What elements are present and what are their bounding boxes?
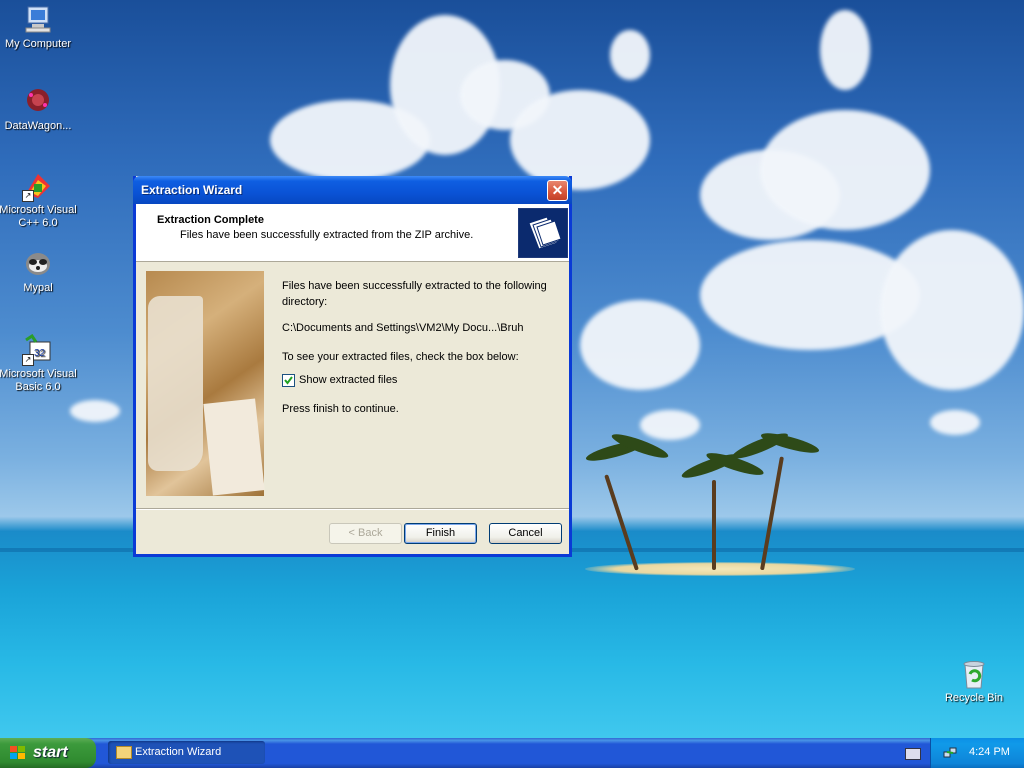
computer-icon: [22, 4, 54, 36]
keyboard-icon[interactable]: [905, 748, 921, 760]
cancel-button[interactable]: Cancel: [489, 523, 562, 544]
back-button[interactable]: < Back: [329, 523, 402, 544]
header-title: Extraction Complete: [157, 214, 264, 226]
desktop-icon-label: DataWagon...: [4, 120, 72, 132]
desktop-icon-label: My Computer: [4, 38, 72, 50]
start-button[interactable]: start: [0, 738, 96, 768]
datawagon-icon: [22, 86, 54, 118]
folders-icon: [518, 208, 568, 258]
shortcut-arrow-icon: ↗: [22, 354, 34, 366]
desktop-icon-my-computer[interactable]: My Computer: [0, 4, 78, 51]
dialog-title: Extraction Wizard: [141, 183, 243, 197]
svg-text:32: 32: [34, 348, 46, 359]
desktop-icon-label: Microsoft Visual C++ 6.0: [0, 204, 77, 229]
visual-cpp-icon: ↗: [22, 170, 54, 202]
visual-basic-icon: 32 ↗: [22, 333, 54, 366]
clock[interactable]: 4:24 PM: [969, 746, 1010, 758]
header-subtitle: Files have been successfully extracted f…: [180, 229, 474, 241]
finish-button[interactable]: Finish: [404, 523, 477, 544]
system-tray: 4:24 PM: [930, 738, 1024, 768]
desktop-icon-datawagon[interactable]: DataWagon...: [0, 86, 78, 133]
wizard-header: Extraction Complete Files have been succ…: [136, 204, 569, 262]
mypal-raccoon-icon: [22, 248, 54, 280]
recycle-bin-icon: [958, 658, 990, 690]
close-icon: ✕: [551, 182, 564, 198]
continue-text: Press finish to continue.: [282, 403, 399, 415]
desktop-icon-visual-cpp[interactable]: ↗ Microsoft Visual C++ 6.0: [0, 170, 78, 230]
body-text-line2: directory:: [282, 296, 328, 308]
desktop-icon-recycle-bin[interactable]: Recycle Bin: [934, 658, 1014, 705]
dialog-titlebar[interactable]: Extraction Wizard ✕: [133, 176, 572, 204]
show-extracted-files-checkbox[interactable]: [282, 374, 295, 387]
desktop-icon-mypal[interactable]: Mypal: [0, 248, 78, 295]
island: [585, 562, 855, 576]
taskbar-item-extraction-wizard[interactable]: Extraction Wizard: [108, 741, 265, 764]
network-icon[interactable]: [943, 746, 957, 760]
desktop-icon-label: Mypal: [23, 282, 53, 294]
extraction-path: C:\Documents and Settings\VM2\My Docu...…: [282, 322, 524, 334]
windows-logo-icon: [10, 746, 25, 759]
footer-divider: [136, 508, 569, 510]
checkmark-icon: [284, 376, 293, 385]
shortcut-arrow-icon: ↗: [22, 190, 34, 202]
desktop-icon-visual-basic[interactable]: 32 ↗ Microsoft Visual Basic 6.0: [0, 333, 78, 394]
taskbar-item-label: Extraction Wizard: [135, 746, 222, 758]
wizard-sidebar-image: [146, 271, 265, 496]
show-extracted-files-label[interactable]: Show extracted files: [299, 374, 397, 386]
check-prompt: To see your extracted files, check the b…: [282, 351, 519, 363]
body-text-line1: Files have been successfully extracted t…: [282, 280, 547, 292]
folder-icon: [116, 746, 132, 759]
start-label: start: [33, 744, 68, 761]
taskbar: start Extraction Wizard 4:24 PM: [0, 738, 1024, 768]
desktop-icon-label: Microsoft Visual Basic 6.0: [0, 368, 77, 393]
desktop-icon-label: Recycle Bin: [944, 692, 1004, 704]
close-button[interactable]: ✕: [547, 180, 568, 201]
extraction-wizard-dialog: Extraction Wizard ✕ Extraction Complete …: [133, 176, 572, 557]
